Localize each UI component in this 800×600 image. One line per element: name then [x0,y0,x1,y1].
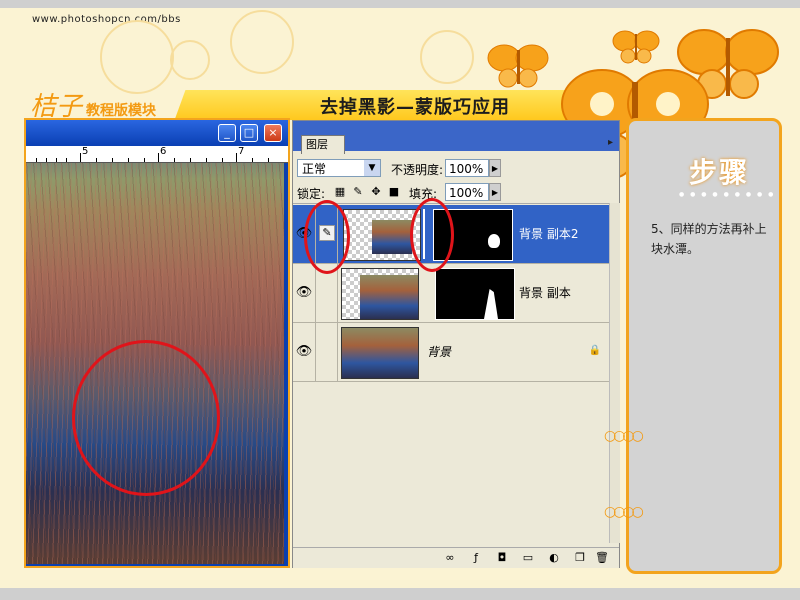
blend-row: 正常 ▼ 不透明度: 100% ▶ [293,157,619,179]
ruler-tick [236,153,237,162]
layer-thumbnail[interactable] [341,327,419,379]
brand-logo: 桔子 教程版模块 [30,86,157,122]
layers-panel: 图层 ▸ 正常 ▼ 不透明度: 100% ▶ 锁定: ▦ ✎ ✥ ■ 填充: 1… [292,120,620,568]
page-title: 去掉黑影—蒙版巧应用 [320,97,510,118]
lock-position-icon[interactable]: ✥ [369,185,383,199]
opacity-label: 不透明度: [391,163,444,177]
annotation-circle-brush [304,200,350,274]
ruler-tick [80,153,81,162]
mask-white-area [488,234,500,248]
delete-layer-icon[interactable]: 🗑 [595,551,609,565]
chevron-down-icon[interactable]: ▼ [364,160,380,176]
layer-row-background[interactable]: 👁 背景 🔒 [293,323,609,382]
maximize-button[interactable]: □ [240,124,258,142]
decor-circle [170,40,210,80]
ruler-number: 5 [82,146,89,157]
annotation-circle-water [72,340,220,496]
eye-icon[interactable]: 👁 [293,323,316,381]
blend-mode-select[interactable]: 正常 ▼ [297,159,381,177]
lock-all-icon[interactable]: ■ [387,185,401,199]
brand-sub: 教程版模块 [86,103,157,119]
ruler-tick [252,158,253,162]
ruler-tick [96,158,97,162]
ruler-tick [112,158,113,162]
ruler-number: 7 [238,146,245,157]
ruler-tick [36,158,37,162]
ring-chain-icon: ○○○○ [604,504,644,520]
minimize-button[interactable]: _ [218,124,236,142]
lock-label: 锁定: [297,187,326,201]
fill-input[interactable]: 100% [445,183,489,201]
ring-chain-icon: ○○○○ [604,428,644,444]
ruler-tick [190,158,191,162]
top-bar [0,0,800,8]
layer-name[interactable]: 背景 副本 [519,284,571,301]
layer-mask-thumbnail[interactable] [435,268,515,320]
layer-thumbnail[interactable] [341,268,419,320]
ruler-tick [222,158,223,162]
layer-name[interactable]: 背景 副本2 [519,225,578,242]
decor-circle [100,20,174,94]
panel-footer: ∞ ƒ ◘ ▭ ◐ ❐ 🗑 [293,547,619,568]
fill-slider-arrow-icon[interactable]: ▶ [489,183,501,201]
thumbnail-image [372,220,412,254]
thumbnail-image [342,328,418,378]
window-titlebar[interactable]: _ □ × [26,120,288,146]
ruler-tick [206,158,207,162]
layer-edit-cell[interactable] [315,323,338,381]
ruler-tick [128,158,129,162]
ruler-number: 6 [160,146,167,157]
add-mask-icon[interactable]: ◘ [495,551,509,565]
lock-transparency-icon[interactable]: ▦ [333,185,347,199]
thumbnail-image [360,275,418,319]
decor-circle [230,10,294,74]
mask-white-area [484,289,498,319]
lock-icon: 🔒 [588,345,601,356]
ruler-tick [66,158,67,162]
add-style-icon[interactable]: ƒ [469,551,483,565]
close-button[interactable]: × [264,124,282,142]
annotation-circle-selection [410,198,454,272]
link-layers-icon[interactable]: ∞ [443,551,457,565]
bottom-bar [0,588,800,600]
eye-icon[interactable]: 👁 [293,264,316,322]
steps-text: 5、同样的方法再补上块水潭。 [651,222,767,256]
layer-row-copy[interactable]: 👁 背景 副本 [293,264,609,323]
butterfly-icon [487,44,549,88]
new-group-icon[interactable]: ▭ [521,551,535,565]
panel-menu-icon[interactable]: ▸ [608,137,613,148]
steps-dots: ● ● ● ● ● ● ● ● ● [679,191,776,198]
opacity-input[interactable]: 100% [445,159,489,177]
panel-tabbar: 图层 ▸ [293,121,619,154]
blend-mode-value: 正常 [302,162,327,176]
tab-layers[interactable]: 图层 [301,135,345,154]
layer-name[interactable]: 背景 [427,343,451,360]
panel-scrollbar[interactable] [609,203,620,543]
steps-panel: 步骤 ● ● ● ● ● ● ● ● ● 5、同样的方法再补上块水潭。 [626,118,782,574]
new-layer-icon[interactable]: ❐ [573,551,587,565]
horizontal-ruler: 5 6 7 [26,146,288,163]
ruler-tick [144,158,145,162]
ruler-tick [46,158,47,162]
lock-pixels-icon[interactable]: ✎ [351,185,365,199]
ruler-tick [268,158,269,162]
ruler-tick [158,153,159,162]
site-url: www.photoshopcn.com/bbs [32,14,181,25]
decor-circle [420,30,474,84]
opacity-slider-arrow-icon[interactable]: ▶ [489,159,501,177]
adjustment-layer-icon[interactable]: ◐ [547,551,561,565]
lock-row: 锁定: ▦ ✎ ✥ ■ 填充: 100% ▶ [293,181,619,204]
ruler-tick [174,158,175,162]
ruler-tick [56,158,57,162]
steps-heading: 步骤 [689,156,750,189]
